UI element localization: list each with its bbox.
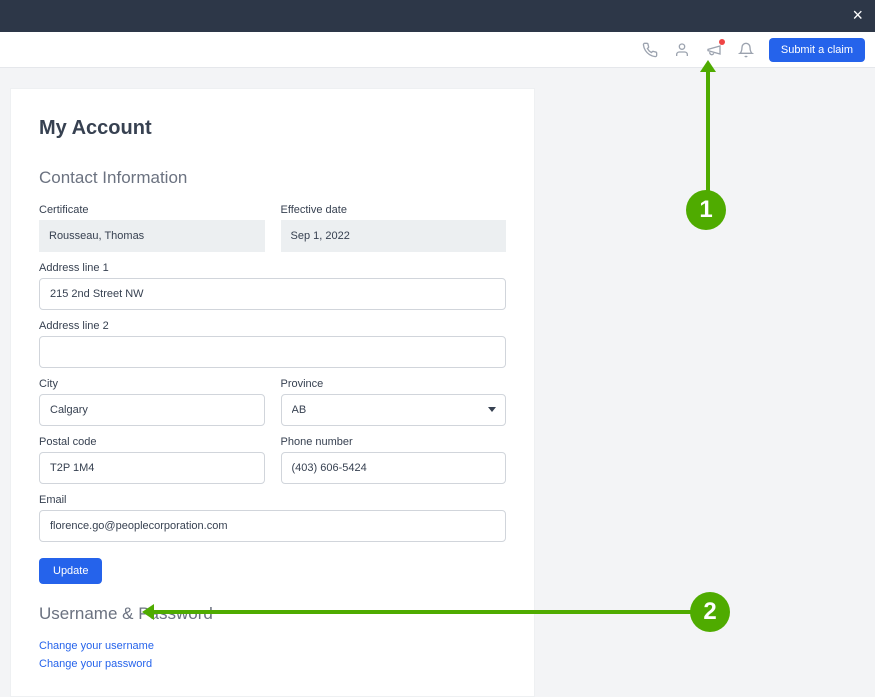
effective-date-label: Effective date <box>281 204 507 216</box>
header-bar: Submit a claim <box>0 32 875 68</box>
effective-date-value: Sep 1, 2022 <box>281 220 507 252</box>
update-button[interactable]: Update <box>39 558 102 584</box>
city-label: City <box>39 378 265 390</box>
change-password-link[interactable]: Change your password <box>39 658 506 670</box>
postal-label: Postal code <box>39 436 265 448</box>
address1-input[interactable] <box>39 278 506 310</box>
annotation-callout-1: 1 <box>686 190 726 230</box>
change-username-link[interactable]: Change your username <box>39 640 506 652</box>
city-input[interactable] <box>39 394 265 426</box>
annotation-arrow-2 <box>152 610 692 614</box>
address1-label: Address line 1 <box>39 262 506 274</box>
phone-label: Phone number <box>281 436 507 448</box>
email-input[interactable] <box>39 510 506 542</box>
address2-input[interactable] <box>39 336 506 368</box>
phone-input[interactable] <box>281 452 507 484</box>
postal-input[interactable] <box>39 452 265 484</box>
annotation-arrow-1 <box>706 70 710 192</box>
contact-section-title: Contact Information <box>39 168 506 188</box>
province-select[interactable] <box>281 394 507 426</box>
top-dark-bar: × <box>0 0 875 32</box>
account-panel: My Account Contact Information Certifica… <box>10 88 535 697</box>
certificate-value: Rousseau, Thomas <box>39 220 265 252</box>
address2-label: Address line 2 <box>39 320 506 332</box>
megaphone-icon[interactable] <box>705 41 723 59</box>
province-label: Province <box>281 378 507 390</box>
user-icon[interactable] <box>673 41 691 59</box>
page-title: My Account <box>39 117 506 140</box>
annotation-callout-2: 2 <box>690 592 730 632</box>
submit-claim-button[interactable]: Submit a claim <box>769 38 865 62</box>
close-icon[interactable]: × <box>852 6 863 24</box>
credentials-section-title: Username & Password <box>39 604 506 624</box>
phone-icon[interactable] <box>641 41 659 59</box>
email-label: Email <box>39 494 506 506</box>
notification-dot <box>719 39 725 45</box>
bell-icon[interactable] <box>737 41 755 59</box>
certificate-label: Certificate <box>39 204 265 216</box>
